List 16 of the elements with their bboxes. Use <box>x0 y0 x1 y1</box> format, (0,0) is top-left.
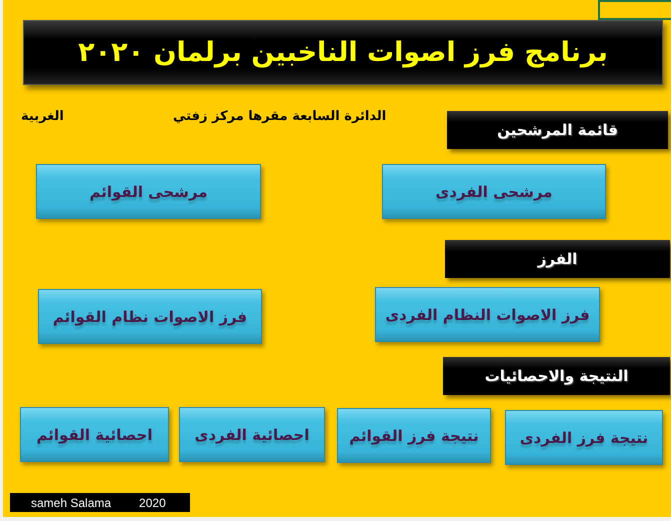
app-title: برنامج فرز اصوات الناخبين برلمان ٢٠٢٠ <box>23 20 663 85</box>
menu-button[interactable]: مرشحى القوائم <box>36 164 261 219</box>
year-label: 2020 <box>139 496 166 510</box>
section-heading: قائمة المرشحين <box>447 111 668 149</box>
menu-button[interactable]: مرشحى الفردى <box>382 164 606 219</box>
menu-button[interactable]: فرز الاصوات نظام القوائم <box>38 289 262 344</box>
governorate-label: الغربية <box>21 109 64 124</box>
district-label: الدائرة السابعة مقرها مركز زفتي <box>173 109 386 124</box>
menu-button[interactable]: نتيجة فرز الفردى <box>505 410 663 465</box>
menu-button[interactable]: احصائية القوائم <box>20 407 169 462</box>
author-name: sameh Salama <box>31 496 112 510</box>
section-heading: النتيجة والاحصائيات <box>443 357 670 395</box>
menu-button[interactable]: نتيجة فرز القوائم <box>337 408 491 463</box>
menu-button[interactable]: فرز الاصوات النظام الفردى <box>375 287 600 342</box>
menu-button[interactable]: احصائية الفردى <box>179 407 325 462</box>
section-heading: الفرز <box>445 240 670 278</box>
